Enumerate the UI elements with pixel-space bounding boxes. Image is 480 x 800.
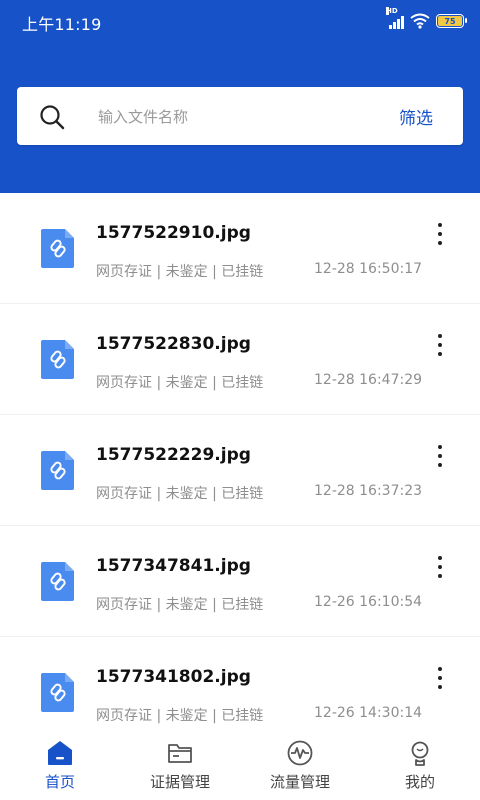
pulse-icon — [287, 740, 313, 766]
user-icon — [411, 741, 429, 766]
link-file-icon — [41, 451, 74, 490]
battery-level: 75 — [438, 16, 462, 26]
nav-label-mine: 我的 — [404, 773, 435, 791]
file-name: 1577341802.jpg — [96, 667, 251, 687]
status-time: 上午11:19 — [22, 15, 102, 34]
file-name: 1577347841.jpg — [96, 556, 251, 576]
home-icon — [48, 741, 72, 765]
more-icon[interactable] — [428, 221, 452, 247]
file-name: 1577522910.jpg — [96, 223, 251, 243]
list-item[interactable]: 1577347841.jpg 网页存证 | 未鉴定 | 已挂链 12-26 16… — [0, 526, 480, 637]
file-name: 1577522229.jpg — [96, 445, 251, 465]
folder-icon — [168, 744, 192, 763]
file-meta: 网页存证 | 未鉴定 | 已挂链 — [96, 486, 264, 502]
nav-label-traffic: 流量管理 — [269, 773, 330, 791]
file-name: 1577522830.jpg — [96, 334, 251, 354]
link-file-icon — [41, 673, 74, 712]
wifi-icon — [410, 13, 430, 29]
filter-button[interactable]: 筛选 — [399, 104, 433, 129]
file-meta: 网页存证 | 未鉴定 | 已挂链 — [96, 708, 264, 724]
more-icon[interactable] — [428, 332, 452, 358]
nav-label-home: 首页 — [44, 773, 75, 791]
file-list: 1577522910.jpg 网页存证 | 未鉴定 | 已挂链 12-28 16… — [0, 193, 480, 733]
status-icons: HD 75 — [386, 7, 467, 31]
nav-item-mine[interactable]: 我的 — [360, 733, 480, 800]
file-time: 12-26 14:30:14 — [314, 705, 423, 721]
bottom-nav: 首页 证据管理 流量管理 我的 — [0, 733, 480, 800]
nav-item-evidence[interactable]: 证据管理 — [120, 733, 240, 800]
signal-icon: HD — [386, 7, 404, 29]
header: 上午11:19 HD 75 输入文件名称 筛选 — [0, 0, 480, 193]
search-input[interactable]: 输入文件名称 — [98, 106, 188, 127]
file-time: 12-28 16:50:17 — [314, 261, 423, 277]
file-meta: 网页存证 | 未鉴定 | 已挂链 — [96, 597, 264, 613]
signal-hd-label: HD — [386, 7, 398, 15]
more-icon[interactable] — [428, 443, 452, 469]
search-box[interactable]: 输入文件名称 筛选 — [17, 87, 463, 145]
link-file-icon — [41, 562, 74, 601]
more-icon[interactable] — [428, 665, 452, 691]
file-meta: 网页存证 | 未鉴定 | 已挂链 — [96, 264, 264, 280]
list-item[interactable]: 1577522830.jpg 网页存证 | 未鉴定 | 已挂链 12-28 16… — [0, 304, 480, 415]
link-file-icon — [41, 340, 74, 379]
battery-icon: 75 — [436, 14, 467, 28]
search-icon — [40, 105, 65, 130]
file-time: 12-28 16:37:23 — [314, 483, 423, 499]
link-file-icon — [41, 229, 74, 268]
nav-item-home[interactable]: 首页 — [0, 733, 120, 800]
nav-item-traffic[interactable]: 流量管理 — [240, 733, 360, 800]
status-bar: 上午11:19 HD 75 — [0, 0, 480, 42]
list-item[interactable]: 1577522229.jpg 网页存证 | 未鉴定 | 已挂链 12-28 16… — [0, 415, 480, 526]
file-time: 12-28 16:47:29 — [314, 372, 423, 388]
list-item[interactable]: 1577341802.jpg 网页存证 | 未鉴定 | 已挂链 12-26 14… — [0, 637, 480, 733]
file-time: 12-26 16:10:54 — [314, 594, 423, 610]
more-icon[interactable] — [428, 554, 452, 580]
list-item[interactable]: 1577522910.jpg 网页存证 | 未鉴定 | 已挂链 12-28 16… — [0, 193, 480, 304]
file-meta: 网页存证 | 未鉴定 | 已挂链 — [96, 375, 264, 391]
nav-label-evidence: 证据管理 — [149, 773, 210, 791]
